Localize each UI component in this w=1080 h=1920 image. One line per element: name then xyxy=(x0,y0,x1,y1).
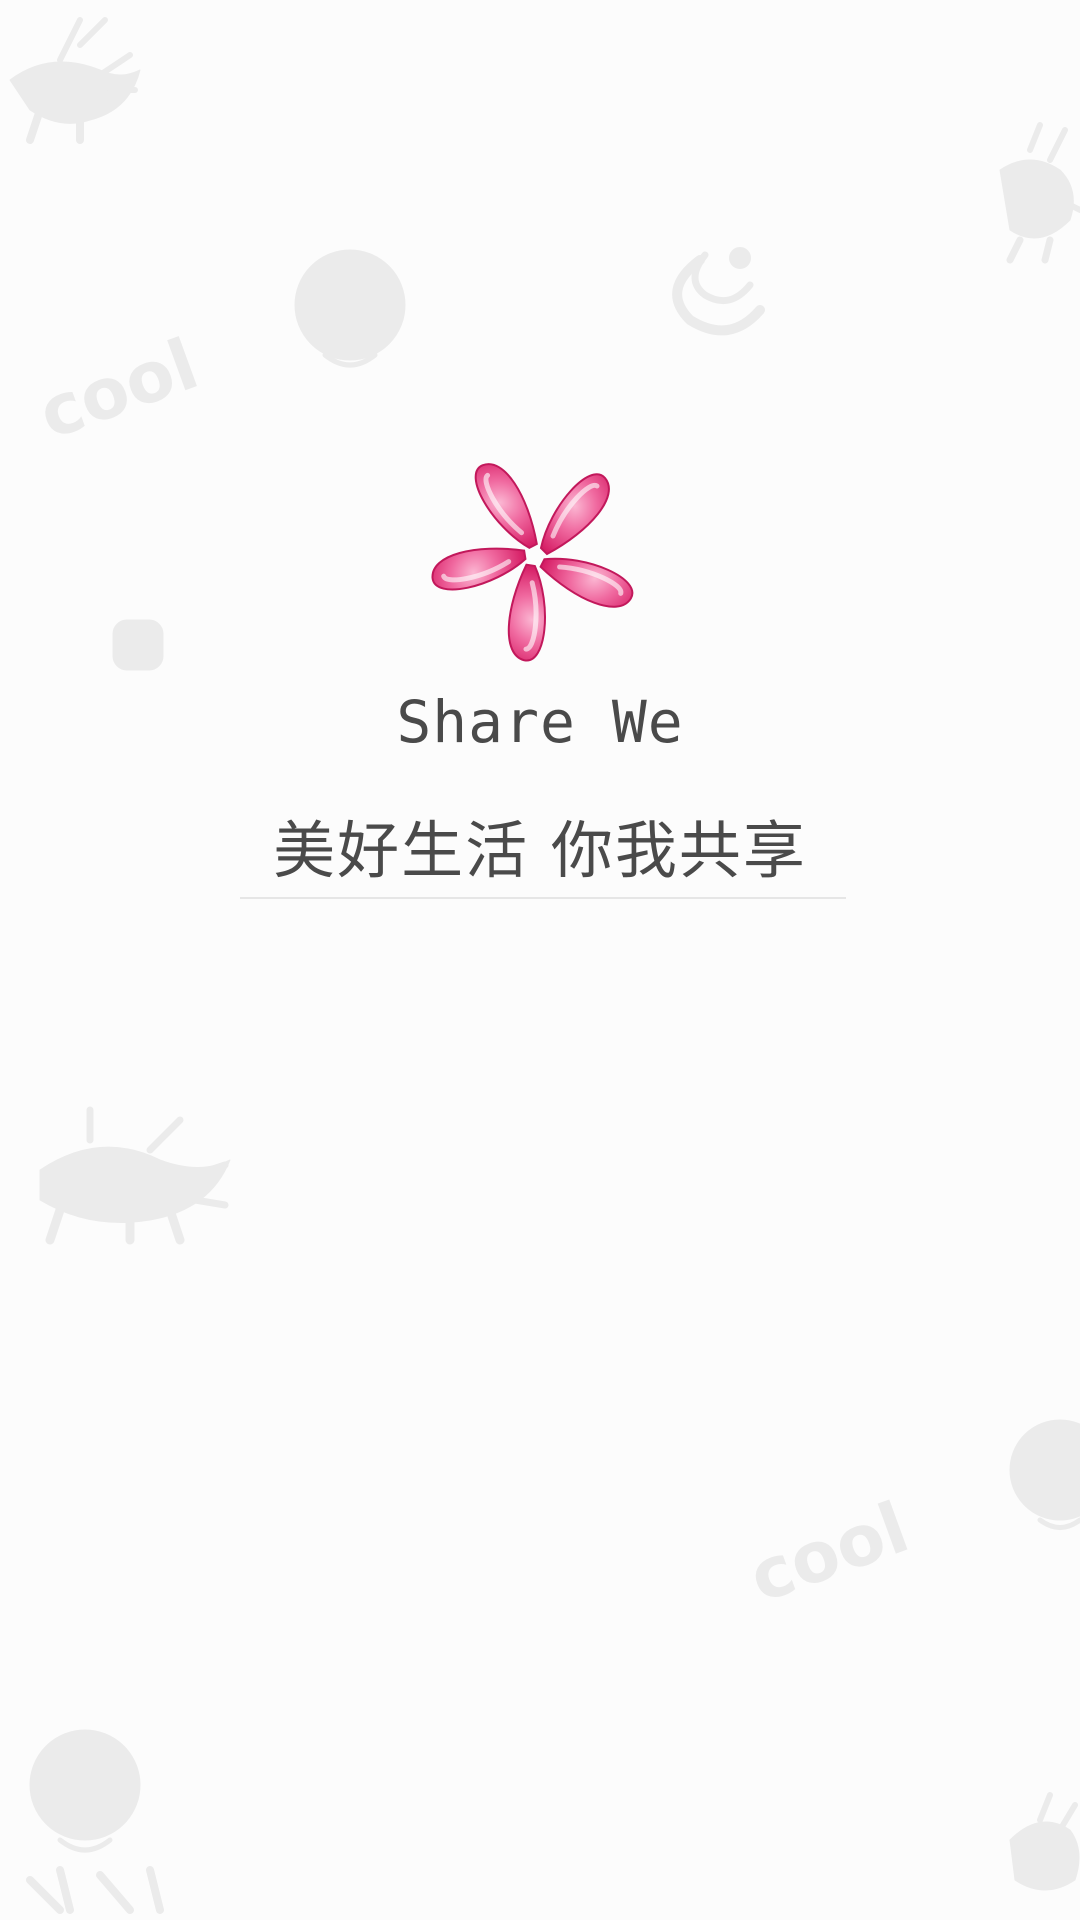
face-doodle-icon xyxy=(26,1729,164,1914)
reindeer-doodle-icon xyxy=(9,17,141,144)
app-name: Share We xyxy=(396,688,684,756)
svg-text:cool: cool xyxy=(739,1486,919,1618)
cool-doodle-icon: cool xyxy=(739,1486,919,1618)
flower-logo-icon xyxy=(431,463,634,662)
face-doodle-icon xyxy=(294,249,406,368)
background-doodles: cool cool xyxy=(9,17,1080,1914)
cool-doodle-icon: cool xyxy=(28,323,208,455)
reindeer-doodle-icon xyxy=(1009,1792,1080,1891)
divider xyxy=(240,897,846,899)
reindeer-doodle-icon xyxy=(39,1106,231,1245)
python-doodle-icon xyxy=(112,619,164,671)
slogan: 美好生活 你我共享 xyxy=(273,814,807,887)
spiral-doodle-icon xyxy=(672,247,765,336)
face-doodle-icon xyxy=(1009,1419,1080,1530)
reindeer-doodle-icon xyxy=(999,122,1080,264)
svg-text:cool: cool xyxy=(28,323,208,455)
